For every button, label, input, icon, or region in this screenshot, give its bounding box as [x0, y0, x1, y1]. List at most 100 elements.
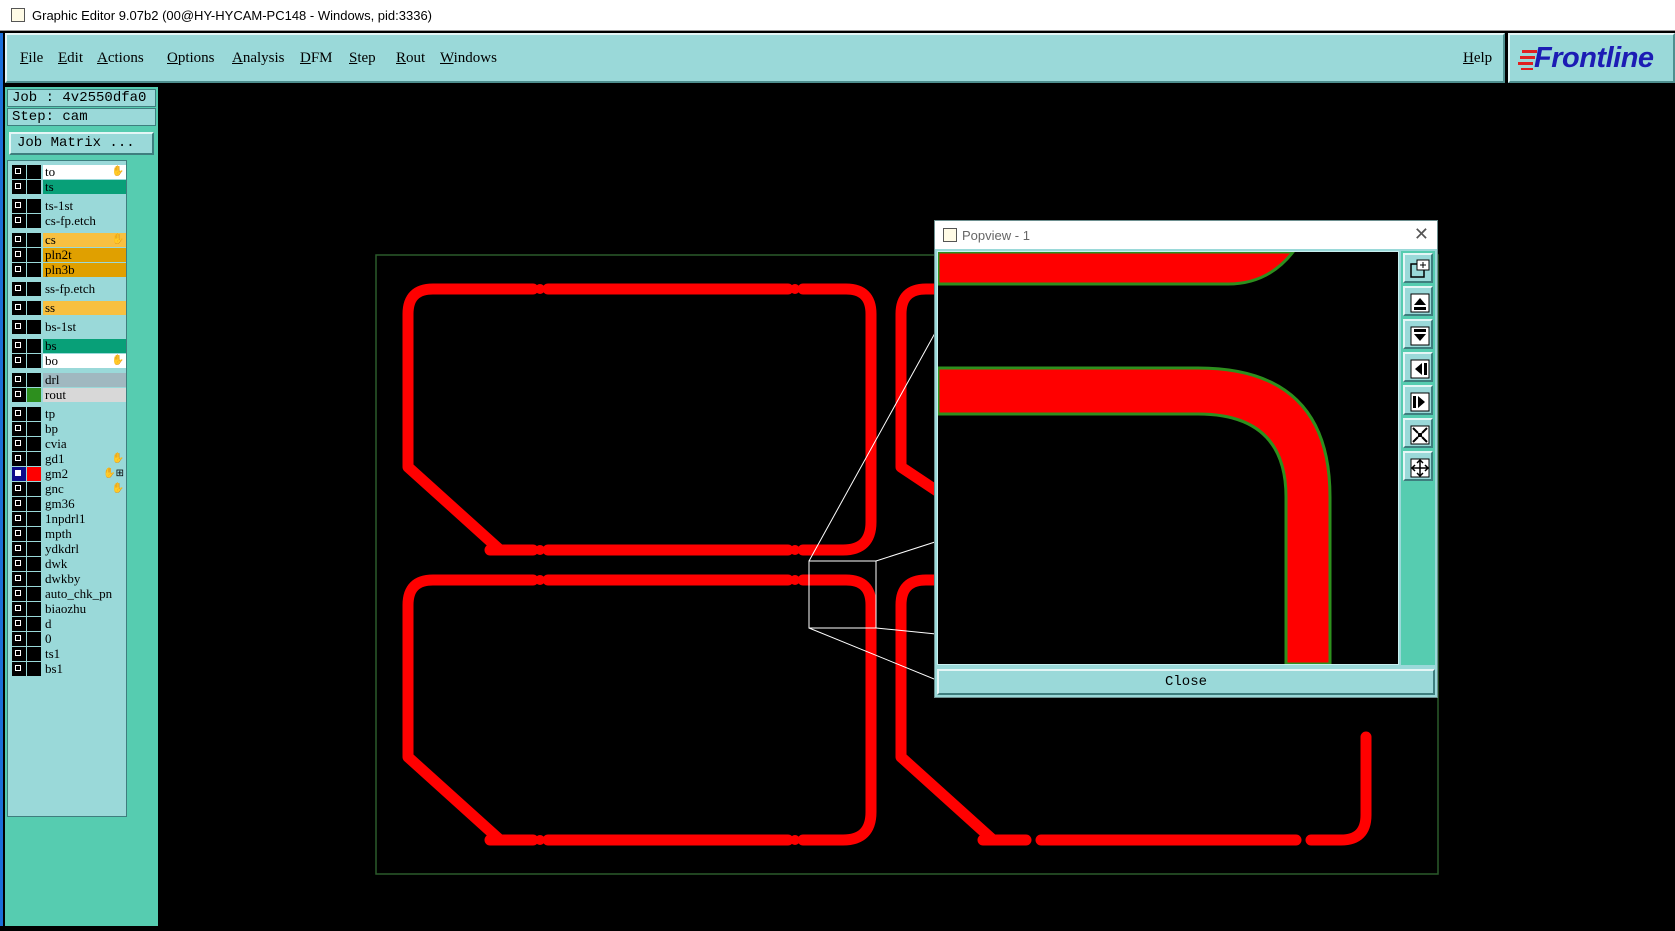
layer-checkbox[interactable] [12, 165, 26, 179]
layer-name[interactable]: mpth [43, 527, 126, 541]
layer-row[interactable]: bs [12, 339, 126, 353]
layer-color-swatch[interactable] [27, 587, 41, 601]
layer-color-swatch[interactable] [27, 180, 41, 194]
layer-checkbox[interactable] [12, 214, 26, 228]
layer-row[interactable]: gm36 [12, 497, 126, 511]
layer-row[interactable]: drl [12, 373, 126, 387]
layer-row[interactable]: bs1 [12, 662, 126, 676]
layer-color-swatch[interactable] [27, 602, 41, 616]
layer-checkbox[interactable] [12, 388, 26, 402]
layer-checkbox[interactable] [12, 587, 26, 601]
menu-options[interactable]: Options [167, 50, 215, 67]
layer-name[interactable]: 0 [43, 632, 126, 646]
layer-color-swatch[interactable] [27, 388, 41, 402]
layer-color-swatch[interactable] [27, 512, 41, 526]
layer-row[interactable]: 1npdrl1 [12, 512, 126, 526]
layer-checkbox[interactable] [12, 482, 26, 496]
layer-color-swatch[interactable] [27, 572, 41, 586]
layer-color-swatch[interactable] [27, 354, 41, 368]
close-icon[interactable]: ✕ [1414, 224, 1429, 245]
layer-name[interactable]: dwk [43, 557, 126, 571]
layer-color-swatch[interactable] [27, 632, 41, 646]
layer-name[interactable]: gm36 [43, 497, 126, 511]
layer-checkbox[interactable] [12, 512, 26, 526]
layer-row[interactable]: ts1 [12, 647, 126, 661]
layer-name[interactable]: tp [43, 407, 126, 421]
layer-checkbox[interactable] [12, 407, 26, 421]
layer-checkbox[interactable] [12, 263, 26, 277]
layer-color-swatch[interactable] [27, 233, 41, 247]
layer-color-swatch[interactable] [27, 214, 41, 228]
layer-row[interactable]: auto_chk_pn [12, 587, 126, 601]
layer-name[interactable]: ss [43, 301, 126, 315]
layer-row[interactable]: ts-1st [12, 199, 126, 213]
layer-checkbox[interactable] [12, 452, 26, 466]
layer-checkbox[interactable] [12, 542, 26, 556]
layer-row[interactable]: bo ✋ [12, 354, 126, 368]
layer-color-swatch[interactable] [27, 248, 41, 262]
layer-name[interactable]: bo ✋ [43, 354, 126, 368]
layer-row[interactable]: bs-1st [12, 320, 126, 334]
layer-checkbox[interactable] [12, 437, 26, 451]
zoom-home-button[interactable] [1403, 253, 1433, 283]
layer-color-swatch[interactable] [27, 527, 41, 541]
layer-checkbox[interactable] [12, 617, 26, 631]
layer-name[interactable]: ts-1st [43, 199, 126, 213]
layer-color-swatch[interactable] [27, 497, 41, 511]
zoom-in-button[interactable] [1403, 418, 1433, 448]
layer-name[interactable]: gd1 ✋ [43, 452, 126, 466]
layer-name[interactable]: drl [43, 373, 126, 387]
layer-row[interactable]: d [12, 617, 126, 631]
layer-row[interactable]: cvia [12, 437, 126, 451]
layer-row[interactable]: rout [12, 388, 126, 402]
layer-checkbox[interactable] [12, 373, 26, 387]
layer-checkbox[interactable] [12, 557, 26, 571]
pan-down-button[interactable] [1403, 319, 1433, 349]
layer-checkbox[interactable] [12, 320, 26, 334]
layer-row[interactable]: gd1 ✋ [12, 452, 126, 466]
layer-name[interactable]: auto_chk_pn [43, 587, 126, 601]
menu-step[interactable]: Step [349, 50, 376, 67]
menu-file[interactable]: File [20, 50, 43, 67]
layer-color-swatch[interactable] [27, 301, 41, 315]
layer-color-swatch[interactable] [27, 617, 41, 631]
job-matrix-button[interactable]: Job Matrix ... [9, 132, 154, 155]
layer-row[interactable]: ydkdrl [12, 542, 126, 556]
layer-checkbox[interactable] [12, 339, 26, 353]
layer-row[interactable]: ts [12, 180, 126, 194]
layer-checkbox[interactable] [12, 572, 26, 586]
layer-row[interactable]: dwk [12, 557, 126, 571]
layer-row[interactable]: cs ✋ [12, 233, 126, 247]
layer-name[interactable]: bs1 [43, 662, 126, 676]
layer-checkbox[interactable] [12, 602, 26, 616]
layer-name[interactable]: biaozhu [43, 602, 126, 616]
pan-right-button[interactable] [1403, 385, 1433, 415]
layer-name[interactable]: 1npdrl1 [43, 512, 126, 526]
menu-edit[interactable]: Edit [58, 50, 83, 67]
layer-row[interactable]: bp [12, 422, 126, 436]
layer-color-swatch[interactable] [27, 557, 41, 571]
layer-color-swatch[interactable] [27, 373, 41, 387]
layer-name[interactable]: pln2t [43, 248, 126, 262]
layer-name[interactable]: cs ✋ [43, 233, 126, 247]
menu-rout[interactable]: Rout [396, 50, 425, 67]
layer-color-swatch[interactable] [27, 437, 41, 451]
layer-name[interactable]: cvia [43, 437, 126, 451]
layer-checkbox[interactable] [12, 467, 26, 481]
layer-color-swatch[interactable] [27, 339, 41, 353]
layer-checkbox[interactable] [12, 527, 26, 541]
menu-actions[interactable]: Actions [97, 50, 144, 67]
layer-name[interactable]: to ✋ [43, 165, 126, 179]
layer-name[interactable]: bs [43, 339, 126, 353]
layer-row[interactable]: ss-fp.etch [12, 282, 126, 296]
pan-left-button[interactable] [1403, 352, 1433, 382]
layer-checkbox[interactable] [12, 497, 26, 511]
layer-color-swatch[interactable] [27, 647, 41, 661]
layer-row[interactable]: pln3b [12, 263, 126, 277]
layer-row[interactable]: cs-fp.etch [12, 214, 126, 228]
layer-row[interactable]: biaozhu [12, 602, 126, 616]
menu-windows[interactable]: Windows [440, 50, 497, 67]
layer-color-swatch[interactable] [27, 263, 41, 277]
layer-name[interactable]: ss-fp.etch [43, 282, 126, 296]
layer-name[interactable]: dwkby [43, 572, 126, 586]
